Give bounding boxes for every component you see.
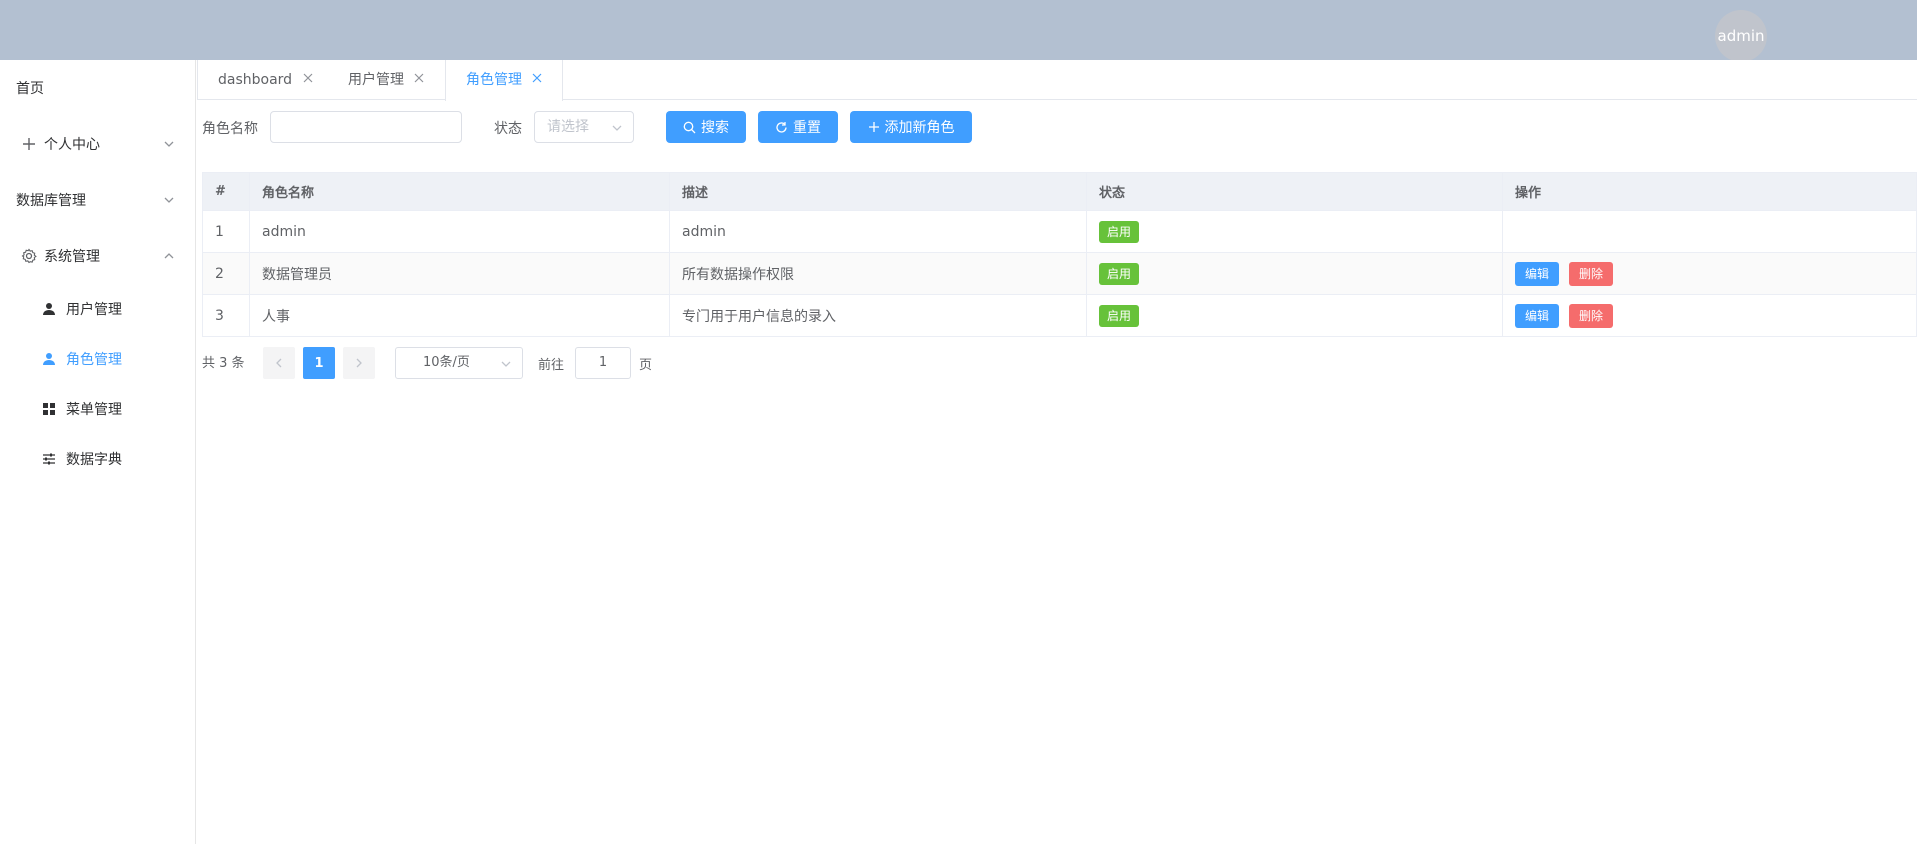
reset-button[interactable]: 重置 [758,111,838,143]
chevron-down-icon [501,361,511,367]
row-index: 1 [202,210,250,253]
search-icon [683,121,696,134]
chevron-right-icon [356,358,362,368]
edit-button[interactable]: 编辑 [1515,303,1560,328]
plus-icon [868,121,880,133]
user-avatar[interactable]: admin [1715,10,1767,62]
page-suffix-label: 页 [639,358,653,373]
column-header-description: 描述 [669,172,1087,211]
close-icon[interactable] [532,73,542,83]
search-button-label: 搜索 [701,120,729,136]
sidebar-item-menu-mgmt[interactable]: 菜单管理 [0,384,195,434]
sidebar-menu: 首页 个人中心 数据库管理 系统管理 用户管理 角色管理 菜单管理 数据字典 [0,60,196,844]
chevron-down-icon [164,141,174,147]
add-role-button-label: 添加新角色 [884,120,955,136]
row-index: 3 [202,294,250,337]
status-badge: 启用 [1099,262,1140,285]
tab-label: dashboard [218,72,293,88]
sidebar-item-role-mgmt[interactable]: 角色管理 [0,334,195,384]
row-role-name: 人事 [249,294,670,337]
row-status-cell: 启用 [1086,252,1503,295]
sidebar-item-label: 个人中心 [44,137,100,153]
sidebar-item-label: 数据字典 [66,452,122,468]
sliders-icon [40,450,58,468]
status-select[interactable]: 请选择 [534,111,634,143]
page-number-button[interactable]: 1 [303,347,335,379]
status-select-placeholder: 请选择 [547,119,589,135]
close-icon[interactable] [303,73,313,83]
status-label: 状态 [494,121,522,137]
row-role-name: admin [249,210,670,253]
delete-button[interactable]: 删除 [1569,303,1614,328]
table-header-row: # 角色名称 描述 状态 操作 [202,172,1917,211]
table-row: 2 数据管理员 所有数据操作权限 启用 编辑 删除 [202,252,1917,295]
prev-page-button[interactable] [263,347,295,379]
status-badge: 启用 [1099,220,1140,243]
role-name-input[interactable] [270,111,462,143]
gear-icon [20,247,38,265]
tab-label: 用户管理 [348,72,404,88]
page-size-value: 10条/页 [423,355,470,370]
close-icon[interactable] [414,73,424,83]
row-actions-cell [1502,210,1917,253]
page-size-select[interactable]: 10条/页 [395,347,523,379]
reset-button-label: 重置 [793,120,821,136]
row-index: 2 [202,252,250,295]
sidebar-item-label: 数据库管理 [16,193,86,209]
sidebar-item-label: 角色管理 [66,352,122,368]
table-row: 3 人事 专门用于用户信息的录入 启用 编辑 删除 [202,294,1917,337]
column-header-actions: 操作 [1502,172,1917,211]
sidebar-item-label: 菜单管理 [66,402,122,418]
grid-icon [40,400,58,418]
chevron-down-icon [612,125,622,131]
row-role-name: 数据管理员 [249,252,670,295]
row-actions-cell: 编辑 删除 [1502,294,1917,337]
chevron-down-icon [164,197,174,203]
sidebar-item-home[interactable]: 首页 [0,60,195,116]
pagination-total: 共 3 条 [202,356,245,371]
tab-dashboard[interactable]: dashboard [198,60,333,100]
chevron-left-icon [276,358,282,368]
sidebar-item-user-mgmt[interactable]: 用户管理 [0,284,195,334]
sidebar-item-label: 首页 [16,81,44,97]
search-button[interactable]: 搜索 [666,111,746,143]
goto-page-input[interactable]: 1 [575,347,631,379]
edit-button[interactable]: 编辑 [1515,261,1560,286]
delete-button[interactable]: 删除 [1569,261,1614,286]
sidebar-item-personal-center[interactable]: 个人中心 [0,116,195,172]
sidebar-item-data-dictionary[interactable]: 数据字典 [0,434,195,484]
column-header-name: 角色名称 [249,172,670,211]
top-header: admin [0,0,1917,62]
next-page-button[interactable] [343,347,375,379]
row-actions-cell: 编辑 删除 [1502,252,1917,295]
tab-role-mgmt[interactable]: 角色管理 [445,60,564,101]
row-status-cell: 启用 [1086,210,1503,253]
add-role-button[interactable]: 添加新角色 [850,111,972,143]
refresh-icon [775,121,788,134]
tab-bar: dashboard 用户管理 角色管理 [197,60,1917,101]
column-header-status: 状态 [1086,172,1503,211]
column-header-index: # [202,172,250,211]
table-row: 1 admin admin 启用 [202,210,1917,253]
tab-label: 角色管理 [466,72,522,88]
plus-icon [20,135,38,153]
chevron-up-icon [164,253,174,259]
sidebar-item-label: 用户管理 [66,302,122,318]
user-icon [40,300,58,318]
sidebar-item-database-mgmt[interactable]: 数据库管理 [0,172,195,228]
sidebar-item-system-mgmt[interactable]: 系统管理 [0,228,195,284]
role-table: # 角色名称 描述 状态 操作 1 admin admin 启用 2 数据管理员… [202,172,1917,337]
role-name-label: 角色名称 [202,121,258,137]
user-icon [40,350,58,368]
row-description: admin [669,210,1087,253]
row-description: 所有数据操作权限 [669,252,1087,295]
tab-user-mgmt[interactable]: 用户管理 [328,60,444,100]
row-status-cell: 启用 [1086,294,1503,337]
goto-label: 前往 [538,358,565,373]
sidebar-item-label: 系统管理 [44,249,100,265]
row-description: 专门用于用户信息的录入 [669,294,1087,337]
status-badge: 启用 [1099,304,1140,327]
